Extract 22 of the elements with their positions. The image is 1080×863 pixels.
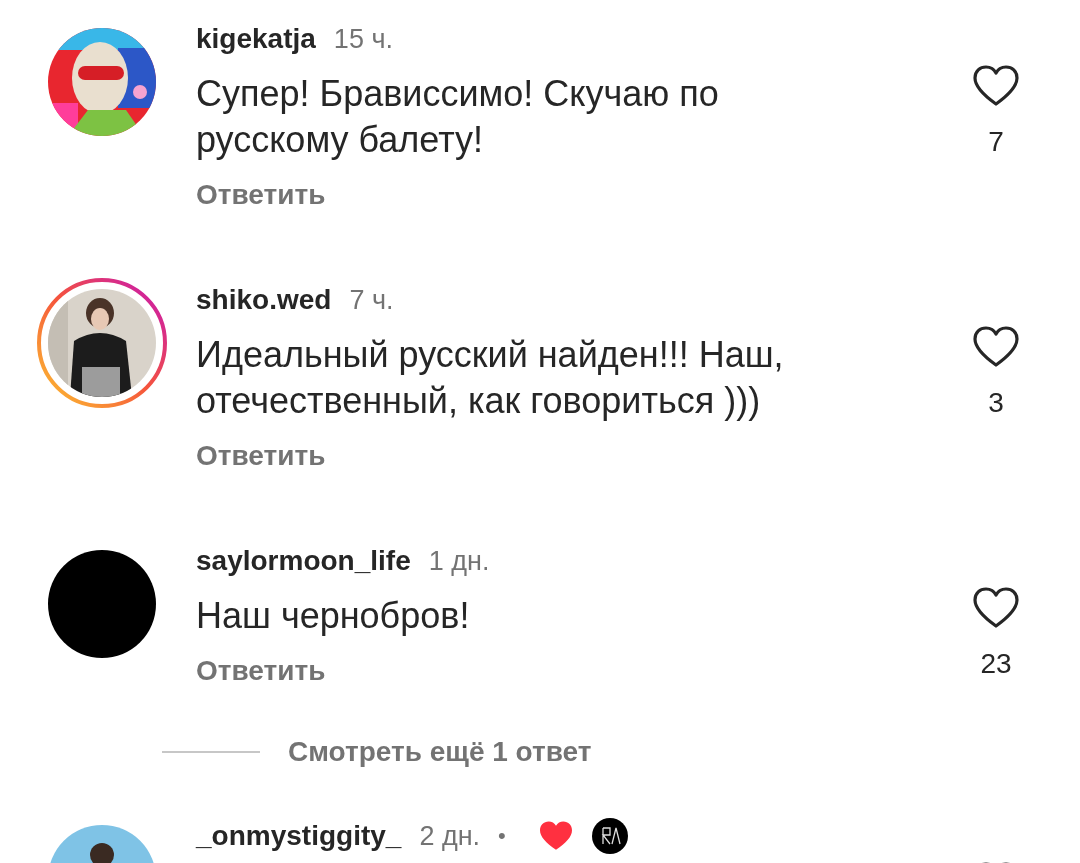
username[interactable]: shiko.wed	[196, 284, 332, 316]
comment-text: Наш чернобров!	[196, 594, 471, 638]
like-count: 23	[980, 648, 1012, 680]
username[interactable]: kigekatja	[196, 23, 316, 55]
comment-time: 15 ч.	[333, 23, 393, 55]
like-count: 7	[988, 126, 1004, 158]
comment-time: 7 ч.	[349, 284, 394, 316]
comment-text: Идеальный русский найден!!! Наш, отечественный, как говориться )))	[196, 333, 785, 423]
view-replies-link[interactable]: Смотреть ещё 1 ответ	[288, 736, 592, 768]
separator-dot: •	[498, 823, 506, 849]
comment-text: Супер! Брависсимо! Скучаю по русскому балету!	[196, 72, 720, 162]
heart-icon[interactable]	[972, 64, 1020, 108]
comment-time: 2 дн.	[419, 820, 481, 852]
username[interactable]: saylormoon_life	[196, 545, 411, 577]
reply-link[interactable]: Ответить	[196, 651, 326, 691]
like-count: 3	[988, 387, 1004, 419]
reply-link[interactable]: Ответить	[196, 436, 326, 476]
heart-icon[interactable]	[972, 586, 1020, 630]
comment-time: 1 дн.	[428, 545, 490, 577]
username[interactable]: _onmystiggity_	[196, 820, 402, 852]
reply-link[interactable]: Ответить	[196, 175, 326, 215]
heart-icon[interactable]	[972, 325, 1020, 369]
